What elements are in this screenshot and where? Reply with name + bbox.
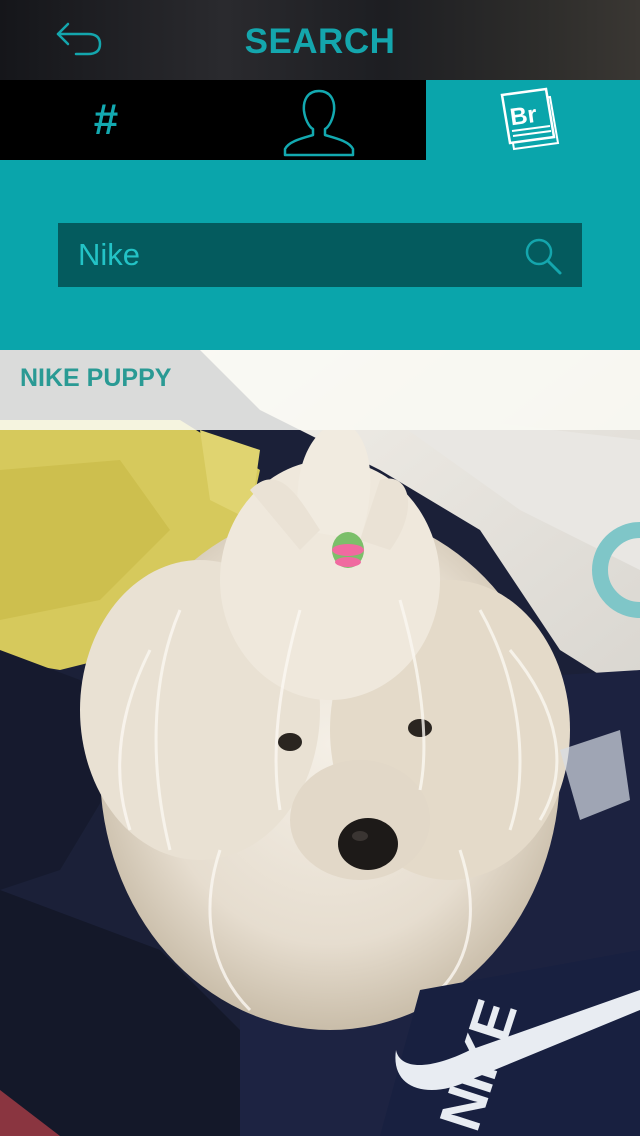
brand-br-icon: Br	[500, 87, 560, 151]
person-icon	[283, 89, 355, 157]
tab-brands[interactable]: Br	[426, 80, 640, 160]
result-caption: NIKE PUPPY	[0, 350, 640, 430]
header-bar: SEARCH	[0, 0, 640, 80]
back-arrow-icon	[56, 22, 102, 56]
search-icon	[525, 238, 562, 275]
search-screen: SEARCH # Br Nike NIKE NIKE PUPPY	[0, 0, 640, 1136]
puppy-photo: NIKE	[0, 350, 640, 1136]
search-box	[58, 223, 582, 287]
tab-hashtags[interactable]: #	[0, 80, 213, 160]
brand-br-text: Br	[508, 101, 538, 131]
search-input[interactable]	[58, 223, 498, 287]
result-title: NIKE PUPPY	[20, 364, 172, 392]
search-panel	[0, 160, 640, 350]
tab-bar: # Br	[0, 80, 640, 160]
search-button[interactable]	[522, 235, 566, 279]
back-button[interactable]	[40, 14, 120, 66]
hashtag-icon: #	[93, 95, 119, 144]
tab-people[interactable]	[213, 80, 426, 160]
result-card[interactable]: NIKE NIKE PUPPY	[0, 350, 640, 1136]
